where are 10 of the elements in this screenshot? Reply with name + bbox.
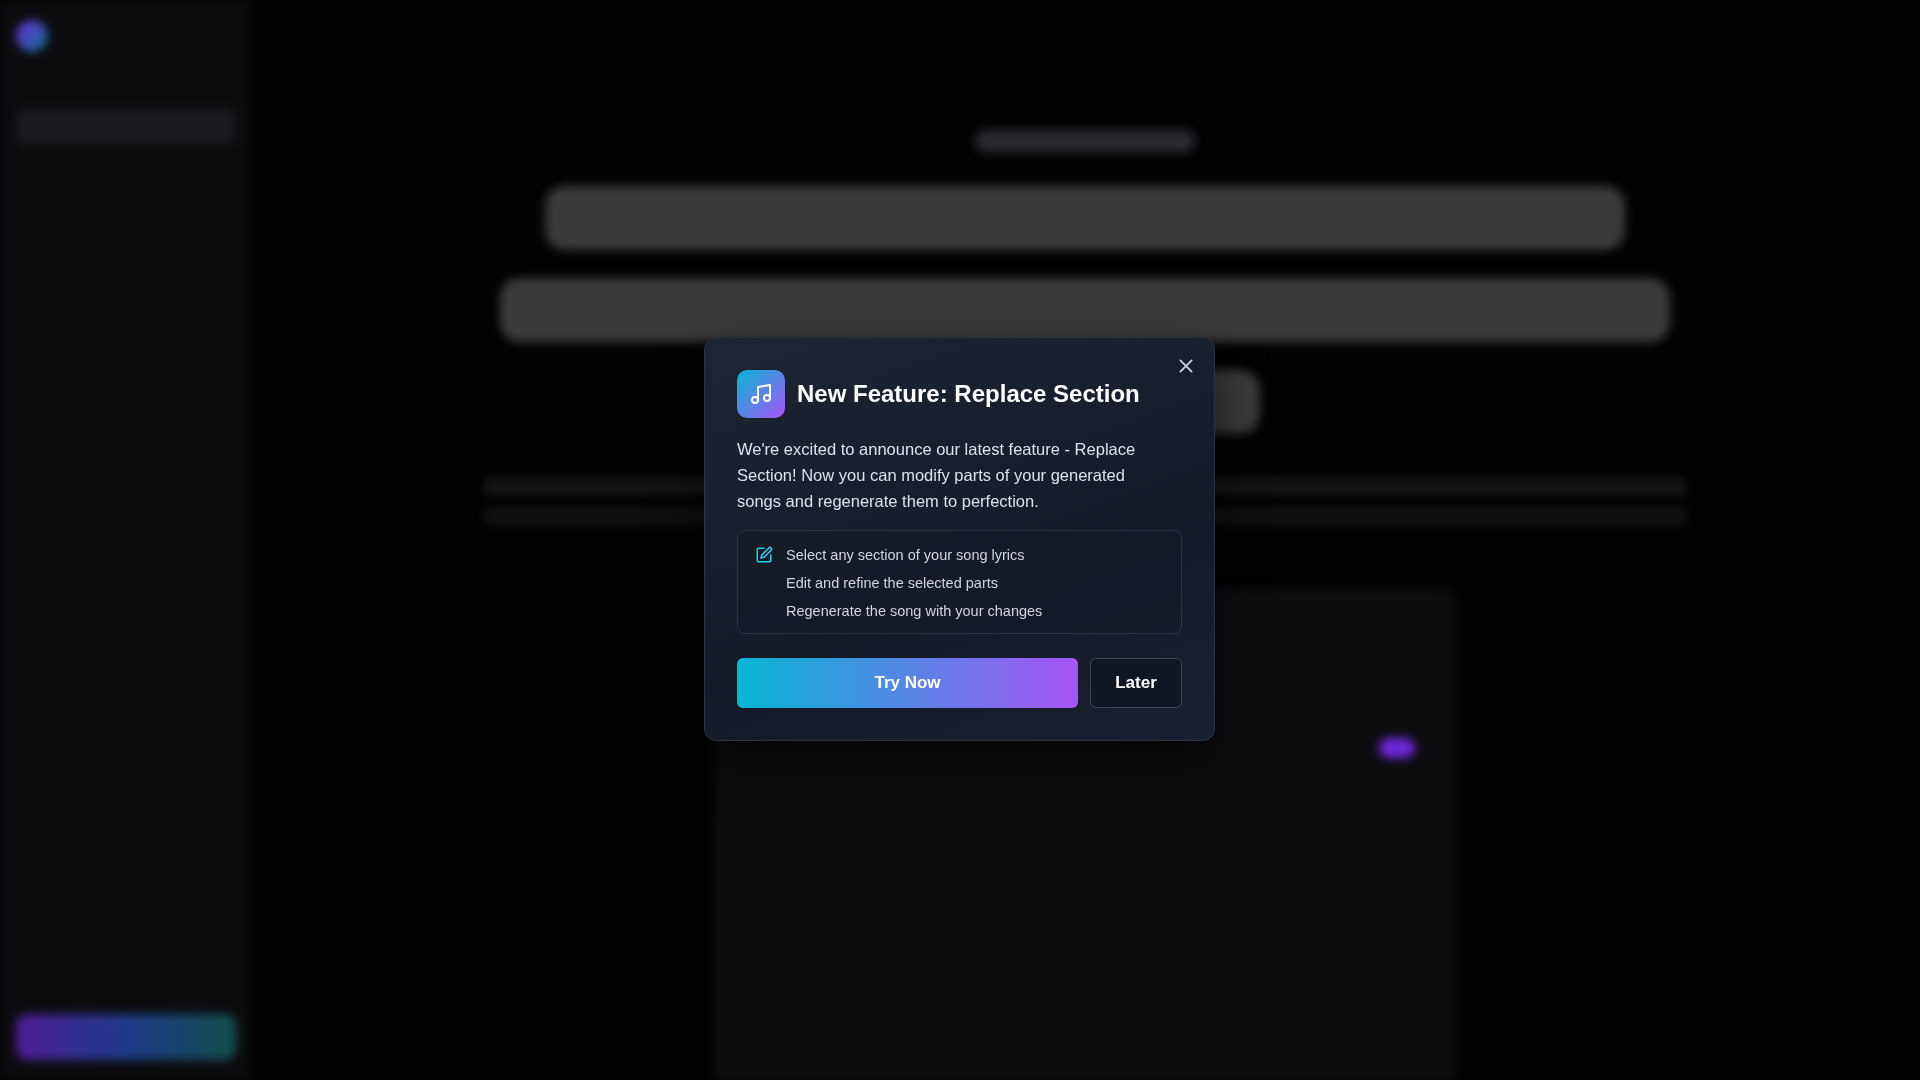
try-now-button[interactable]: Try Now bbox=[737, 658, 1078, 708]
dialog-title: New Feature: Replace Section bbox=[797, 380, 1140, 408]
later-button[interactable]: Later bbox=[1090, 658, 1182, 708]
dialog-description: We're excited to announce our latest feature - Replace Section! Now you can modify parts of your generated songs and regenerate them to perfection. bbox=[737, 439, 1137, 512]
feature-item: Regenerate the song with your changes bbox=[786, 602, 1043, 621]
feature-item: Edit and refine the selected parts bbox=[786, 574, 998, 593]
toggle-shape bbox=[1379, 738, 1415, 758]
feature-item: Select any section of your song lyrics bbox=[786, 546, 1025, 565]
music-note-icon bbox=[737, 370, 785, 418]
logo-icon bbox=[16, 20, 48, 52]
